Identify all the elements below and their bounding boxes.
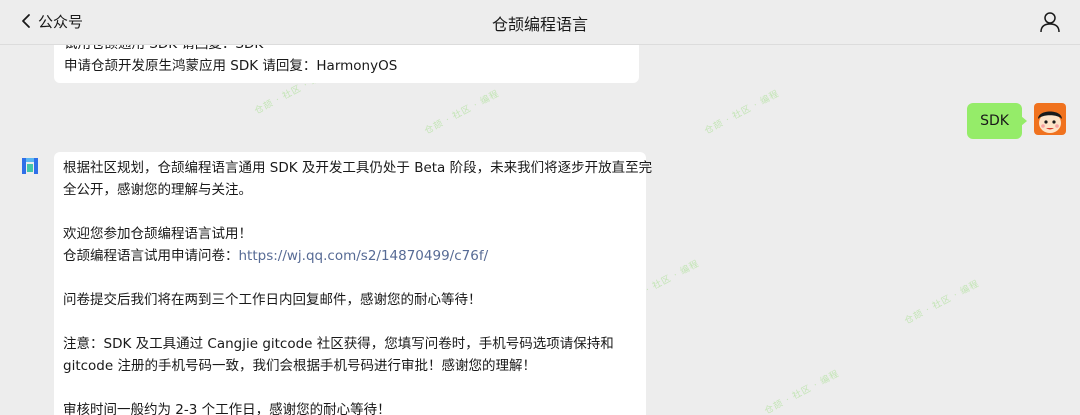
reply-notice: 问卷提交后我们将在两到三个工作日内回复邮件，感谢您的耐心等待！ [63,292,482,308]
user-reply-bubble[interactable]: SDK [967,103,1027,139]
page-title: 仓颉编程语言 [491,15,588,34]
review-time: 审核时间一般约为 2-3 个工作日，感谢您的耐心等待！ [63,402,391,415]
reply-intro-line2: 全公开，感谢您的理解与关注。 [63,182,252,198]
person-icon [1040,12,1060,33]
chat-area[interactable]: 仓颉 · 社区 · 编程 仓颉 · 社区 · 编程 仓颉 · 社区 · 编程 仓… [0,45,1080,415]
reply-intro-line1: 根据社区规划，仓颉编程语言通用 SDK 及开发工具仍处于 Beta 阶段，未来我… [63,160,653,176]
note-line2: gitcode 注册的手机号码一致，我们会根据手机号码进行审批！感谢您的理解！ [63,358,536,374]
user-avatar[interactable] [1034,103,1066,135]
apply-prefix: 仓颉编程语言试用申请问卷： [63,248,239,264]
previous-line-harmonyos: 申请仓颉开发原生鸿蒙应用 SDK 请回复：HarmonyOS [64,58,398,74]
profile-button[interactable] [1038,10,1062,34]
top-bar: 公众号 仓颉编程语言 [0,0,1080,45]
user-avatar-icon [1034,103,1066,135]
welcome-text: 欢迎您参加仓颉编程语言试用！ [63,226,252,242]
apply-line: 仓颉编程语言试用申请问卷：https://wj.qq.com/s2/148704… [63,245,636,267]
official-account-avatar[interactable] [16,152,44,180]
bot-reply-bubble[interactable]: 根据社区规划，仓颉编程语言通用 SDK 及开发工具仍处于 Beta 阶段，未来我… [54,152,653,415]
previous-line-sdk: 试用仓颉通用 SDK 请回复：SDK [64,45,629,55]
note-line1: 注意：SDK 及工具通过 Cangjie gitcode 社区获得，您填写问卷时… [63,336,614,352]
previous-message-bubble[interactable]: 试用仓颉通用 SDK 请回复：SDK 申请仓颉开发原生鸿蒙应用 SDK 请回复：… [54,45,639,83]
questionnaire-link[interactable]: https://wj.qq.com/s2/14870499/c76f/ [239,248,489,264]
cangjie-logo-icon [22,158,38,174]
